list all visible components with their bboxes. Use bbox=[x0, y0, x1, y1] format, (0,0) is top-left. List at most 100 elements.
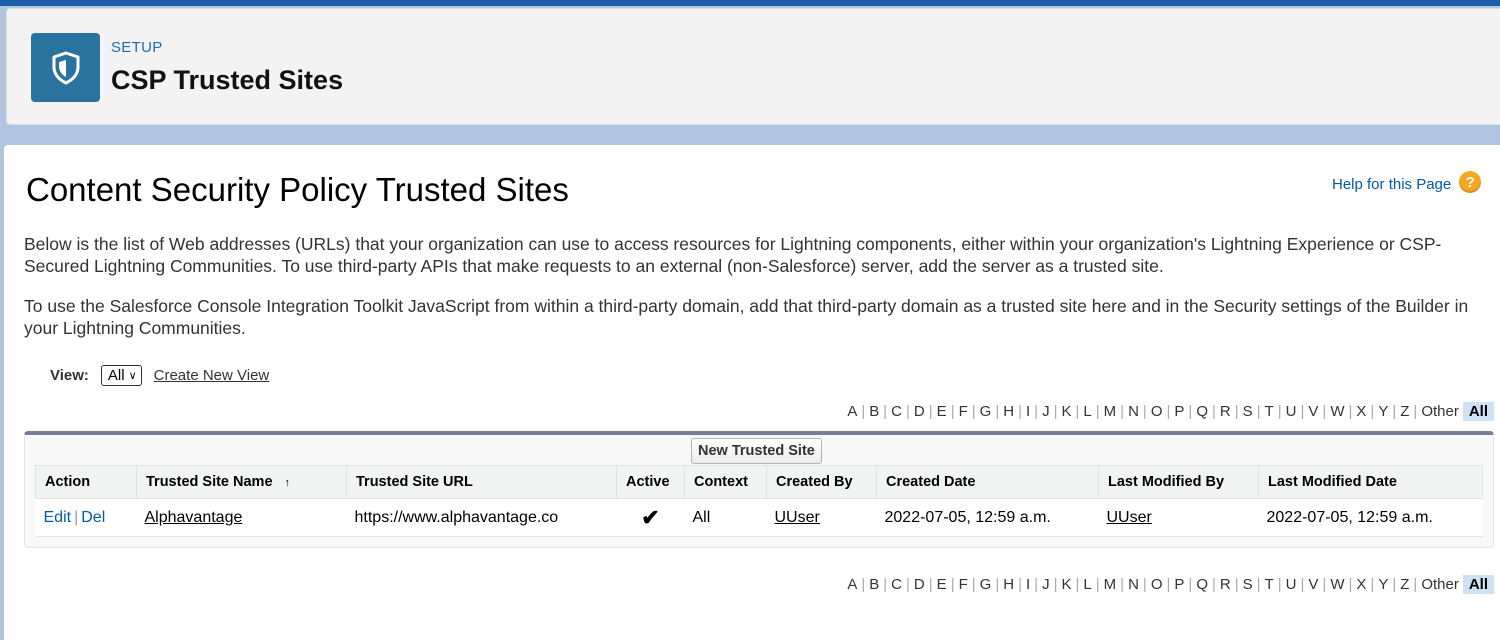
col-context[interactable]: Context bbox=[684, 465, 767, 499]
alpha-filter-m[interactable]: M bbox=[1104, 403, 1117, 420]
col-created-by[interactable]: Created By bbox=[766, 465, 877, 499]
alpha-separator: | bbox=[1234, 576, 1239, 593]
alpha-filter-e[interactable]: E bbox=[937, 403, 947, 420]
alpha-filter-all[interactable]: All bbox=[1462, 575, 1494, 594]
modified-by-link[interactable]: UUser bbox=[1107, 509, 1152, 526]
alpha-filter-i[interactable]: I bbox=[1026, 403, 1030, 420]
alpha-separator: | bbox=[883, 403, 888, 420]
row-created-date: 2022-07-05, 12:59 a.m. bbox=[876, 498, 1099, 537]
alpha-filter-g[interactable]: G bbox=[980, 576, 992, 593]
alpha-filter-k[interactable]: K bbox=[1061, 403, 1071, 420]
edit-link[interactable]: Edit bbox=[44, 509, 72, 526]
alpha-filter-w[interactable]: W bbox=[1330, 576, 1344, 593]
delete-link[interactable]: Del bbox=[81, 509, 105, 526]
alpha-filter-b[interactable]: B bbox=[869, 576, 879, 593]
alpha-filter-j[interactable]: J bbox=[1042, 403, 1050, 420]
alpha-filter-u[interactable]: U bbox=[1286, 403, 1297, 420]
alpha-filter-x[interactable]: X bbox=[1356, 403, 1366, 420]
action-separator: | bbox=[74, 508, 79, 526]
alpha-separator: | bbox=[1211, 576, 1216, 593]
col-name[interactable]: Trusted Site Name ↑ bbox=[136, 465, 347, 499]
alpha-filter-g[interactable]: G bbox=[980, 403, 992, 420]
alpha-separator: | bbox=[950, 576, 955, 593]
alpha-filter-bottom: A | B | C | D | E | F | G | H | I | J | K | L | M | N | O | P | Q | R | S | T |… bbox=[847, 575, 1494, 594]
alpha-separator: | bbox=[1322, 576, 1327, 593]
col-url[interactable]: Trusted Site URL bbox=[346, 465, 617, 499]
alpha-separator: | bbox=[1018, 576, 1022, 593]
alpha-filter-f[interactable]: F bbox=[959, 403, 968, 420]
help-icon[interactable]: ? bbox=[1459, 171, 1482, 193]
col-active[interactable]: Active bbox=[616, 465, 685, 499]
alpha-filter-n[interactable]: N bbox=[1128, 403, 1139, 420]
alpha-filter-m[interactable]: M bbox=[1104, 576, 1117, 593]
alpha-filter-c[interactable]: C bbox=[891, 576, 902, 593]
alpha-separator: | bbox=[861, 576, 866, 593]
alpha-filter-x[interactable]: X bbox=[1356, 576, 1366, 593]
created-by-link[interactable]: UUser bbox=[775, 509, 820, 526]
alpha-filter-b[interactable]: B bbox=[869, 403, 879, 420]
help-link[interactable]: Help for this Page ? bbox=[1332, 171, 1482, 193]
alpha-filter-j[interactable]: J bbox=[1042, 576, 1050, 593]
alpha-filter-z[interactable]: Z bbox=[1400, 403, 1409, 420]
alpha-filter-c[interactable]: C bbox=[891, 403, 902, 420]
alpha-separator: | bbox=[1075, 576, 1080, 593]
col-name-label: Trusted Site Name bbox=[146, 474, 273, 490]
alpha-separator: | bbox=[906, 403, 910, 420]
alpha-separator: | bbox=[995, 403, 1000, 420]
alpha-filter-h[interactable]: H bbox=[1003, 403, 1014, 420]
alpha-filter-u[interactable]: U bbox=[1286, 576, 1297, 593]
alpha-filter-i[interactable]: I bbox=[1026, 576, 1030, 593]
col-modified-by[interactable]: Last Modified By bbox=[1098, 465, 1259, 499]
alpha-separator: | bbox=[1034, 403, 1039, 420]
alpha-filter-f[interactable]: F bbox=[959, 576, 968, 593]
alpha-filter-q[interactable]: Q bbox=[1196, 403, 1208, 420]
alpha-filter-y[interactable]: Y bbox=[1378, 403, 1388, 420]
alpha-filter-p[interactable]: P bbox=[1174, 403, 1184, 420]
page-description: Below is the list of Web addresses (URLs… bbox=[24, 234, 1442, 276]
alpha-filter-h[interactable]: H bbox=[1003, 576, 1014, 593]
alpha-filter-p[interactable]: P bbox=[1174, 576, 1184, 593]
alpha-filter-r[interactable]: R bbox=[1220, 576, 1231, 593]
new-trusted-site-button[interactable]: New Trusted Site bbox=[691, 438, 822, 464]
alpha-filter-w[interactable]: W bbox=[1330, 403, 1344, 420]
alpha-filter-s[interactable]: S bbox=[1243, 403, 1253, 420]
alpha-filter-y[interactable]: Y bbox=[1378, 576, 1388, 593]
alpha-filter-d[interactable]: D bbox=[914, 576, 925, 593]
alpha-filter-t[interactable]: T bbox=[1265, 576, 1274, 593]
alpha-filter-o[interactable]: O bbox=[1151, 403, 1163, 420]
view-select[interactable]: All ∨ bbox=[100, 365, 142, 386]
alpha-filter-a[interactable]: A bbox=[847, 576, 857, 593]
alpha-filter-other[interactable]: Other bbox=[1421, 576, 1459, 593]
alpha-filter-v[interactable]: V bbox=[1308, 576, 1318, 593]
alpha-filter-n[interactable]: N bbox=[1128, 576, 1139, 593]
alpha-separator: | bbox=[971, 403, 976, 420]
alpha-filter-z[interactable]: Z bbox=[1400, 576, 1409, 593]
alpha-separator: | bbox=[1095, 403, 1100, 420]
alpha-filter-r[interactable]: R bbox=[1220, 403, 1231, 420]
alpha-separator: | bbox=[1188, 576, 1193, 593]
alpha-filter-d[interactable]: D bbox=[914, 403, 925, 420]
alpha-filter-all[interactable]: All bbox=[1462, 402, 1494, 421]
alpha-filter-l[interactable]: L bbox=[1083, 403, 1091, 420]
alpha-filter-l[interactable]: L bbox=[1083, 576, 1091, 593]
alpha-filter-e[interactable]: E bbox=[937, 576, 947, 593]
create-new-view-link[interactable]: Create New View bbox=[154, 367, 270, 384]
alpha-separator: | bbox=[1277, 403, 1282, 420]
alpha-filter-a[interactable]: A bbox=[847, 403, 857, 420]
alpha-filter-o[interactable]: O bbox=[1151, 576, 1163, 593]
alpha-separator: | bbox=[928, 403, 933, 420]
alpha-separator: | bbox=[950, 403, 955, 420]
alpha-separator: | bbox=[1142, 576, 1147, 593]
alpha-filter-s[interactable]: S bbox=[1243, 576, 1253, 593]
view-selector-row: View: All ∨ Create New View bbox=[50, 365, 269, 386]
alpha-separator: | bbox=[1322, 403, 1327, 420]
site-name-link[interactable]: Alphavantage bbox=[145, 509, 243, 526]
col-modified-date[interactable]: Last Modified Date bbox=[1258, 465, 1483, 499]
alpha-filter-t[interactable]: T bbox=[1265, 403, 1274, 420]
alpha-filter-k[interactable]: K bbox=[1061, 576, 1071, 593]
alpha-filter-v[interactable]: V bbox=[1308, 403, 1318, 420]
alpha-filter-other[interactable]: Other bbox=[1421, 403, 1459, 420]
alpha-separator: | bbox=[1277, 576, 1282, 593]
col-created-date[interactable]: Created Date bbox=[876, 465, 1099, 499]
alpha-filter-q[interactable]: Q bbox=[1196, 576, 1208, 593]
